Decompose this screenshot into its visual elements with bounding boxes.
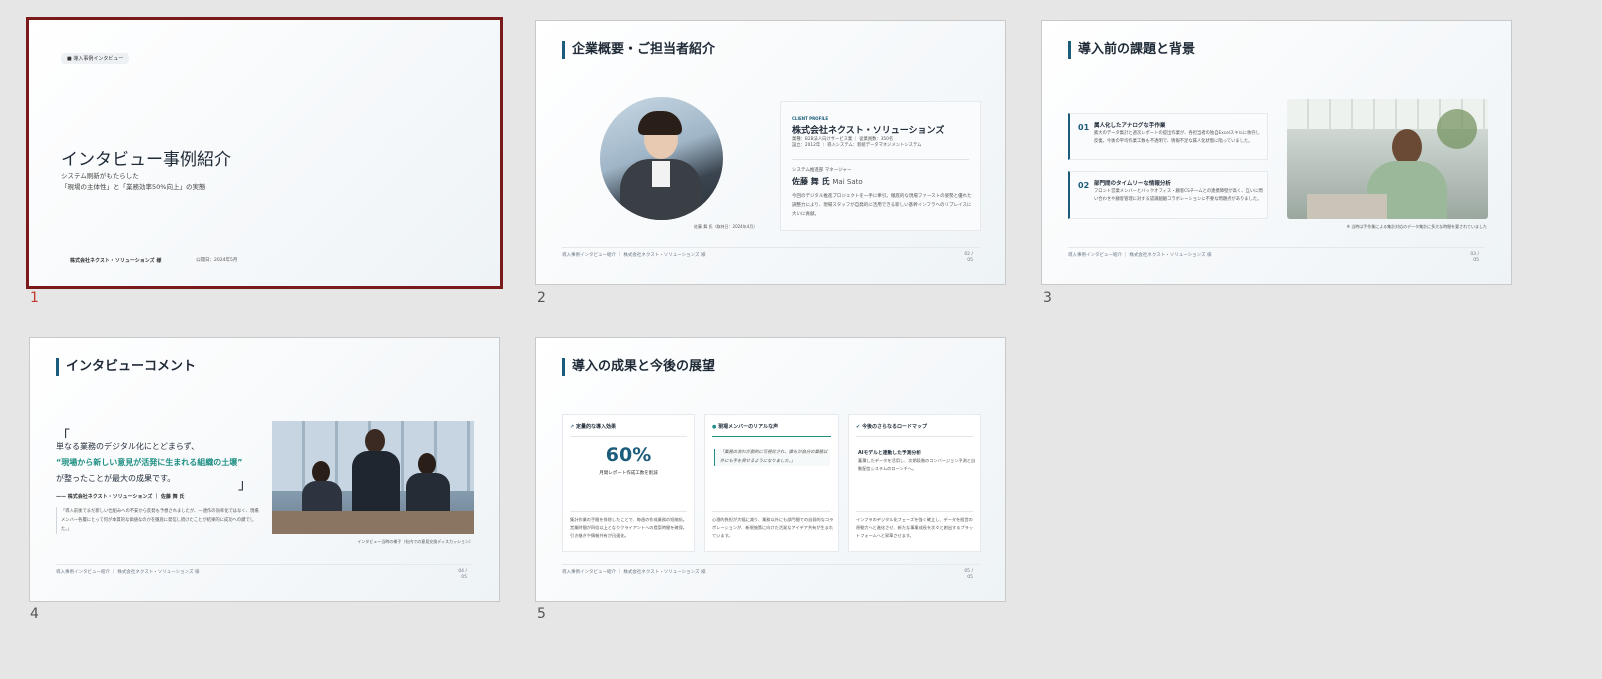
profile-card: CLIENT PROFILE 株式会社ネクスト・ソリューションズ 業種：B2B法…	[780, 101, 981, 231]
profile-label: CLIENT PROFILE	[792, 116, 829, 121]
slide-thumbnail-4[interactable]: インタビューコメント 「 単なる業務のデジタル化にとどまらず、 “現場から新しい…	[29, 337, 500, 602]
issue-card-2: 02 部門間のタイムリーな情報分析 フロント営業メンバーとバックオフィス・顧客C…	[1068, 171, 1268, 219]
slide-title: インタビュー事例紹介	[61, 150, 231, 170]
issue-text: フロント営業メンバーとバックオフィス・顧客CSチームとの連携障壁が高く、互いに問…	[1094, 189, 1263, 202]
page-number: 02 /05	[964, 252, 973, 263]
slide-number: 1	[30, 290, 39, 306]
roadmap-subtitle: AIモデルと連動した予測分析	[858, 451, 922, 456]
slide-subtitle: システム刷新がもたらした 「現場の主体性」と「業務効率50%向上」の実態	[61, 172, 206, 191]
column-text: 心理的負担が大幅に減り、業務以外にも部門間での自発的なコラボレーションが、新規施…	[712, 517, 834, 538]
quote-attribution: —— 株式会社ネクスト・ソリューションズ ｜ 佐藤 舞 氏	[56, 494, 185, 500]
photo-caption: インタビュー当時の様子（社内での意見交換ディスカッション）	[357, 539, 473, 544]
slide-number: 3	[1043, 290, 1052, 306]
slide-footer: 導入事例インタビュー紹介 ｜ 株式会社ネクスト・ソリューションズ 様	[56, 570, 200, 575]
pin-icon: ●	[712, 424, 717, 430]
metric-label: 月間レポート作成工数を削減	[599, 471, 658, 476]
page-number: 04 /05	[458, 569, 467, 580]
slide-number: 5	[537, 606, 546, 622]
issue-text: 膨大のデータ集計と週次レポートの提出作業が、各担当者の独自Excelスキルに依存…	[1094, 131, 1260, 144]
quote-text: 単なる業務のデジタル化にとどまらず、 “現場から新しい意見が活発に生まれる組織の…	[56, 442, 243, 483]
chart-icon: ↗	[570, 424, 575, 430]
slide-title: インタビューコメント	[56, 358, 196, 376]
office-photo	[1287, 99, 1488, 219]
slide-title: 導入前の課題と背景	[1068, 41, 1195, 59]
slide-footer: 導入事例インタビュー紹介 ｜ 株式会社ネクスト・ソリューションズ 様	[562, 570, 706, 575]
slide-title: 企業概要・ご担当者紹介	[562, 41, 715, 59]
slide-thumbnail-1[interactable]: ■ 導入事例インタビュー インタビュー事例紹介 システム刷新がもたらした 「現場…	[26, 17, 503, 289]
column-header: ↗ 定量的な導入効果	[570, 424, 616, 430]
company-name: 株式会社ネクスト・ソリューションズ 様	[70, 258, 162, 264]
issue-number: 01	[1078, 123, 1090, 132]
column-header: ● 現場メンバーのリアルな声	[712, 424, 779, 430]
roadmap-subtitle-text: 蓄積したデータを活用し、次期段階のコンバージョン予測と自動配信システムのローンチ…	[858, 458, 976, 471]
slide-title: 導入の成果と今後の展望	[562, 358, 715, 376]
company-name: 株式会社ネクスト・ソリューションズ	[792, 126, 945, 136]
slide-thumbnail-2[interactable]: 企業概要・ご担当者紹介 佐藤 舞 氏（取材日：2024年4月） CLIENT P…	[535, 20, 1006, 285]
column-text: 集計作業の手間を排除したことで、毎週の作成業務の短縮化。営業時間が四倍以上となり…	[570, 517, 687, 538]
check-icon: ✔	[856, 424, 861, 430]
page-number: 03 /05	[1470, 252, 1479, 263]
quote-close-mark: 」	[238, 477, 252, 493]
issue-title: 属人化したアナログな手作業	[1094, 123, 1166, 129]
person-name: 佐藤 舞 氏 Mai Sato	[792, 177, 863, 186]
portrait-caption: 佐藤 舞 氏（取材日：2024年4月）	[694, 224, 758, 229]
metric-value: 60%	[605, 444, 652, 466]
slide-footer: 導入事例インタビュー紹介 ｜ 株式会社ネクスト・ソリューションズ 様	[1068, 253, 1212, 258]
page-number: 05 /05	[964, 569, 973, 580]
company-meta: 業種：B2B法人向けサービス業 ｜ 従業員数：350名 設立：2012年 ｜ 導…	[792, 137, 922, 148]
issue-card-1: 01 属人化したアナログな手作業 膨大のデータ集計と週次レポートの提出作業が、各…	[1068, 113, 1268, 160]
slide-number: 4	[30, 606, 39, 622]
person-description: 今回のデジタル推進プロジェクトを一手に牽引。徹底的な現場ファーストの姿勢と優れた…	[792, 194, 972, 217]
column-header: ✔ 今後のさらなるロードマップ	[856, 424, 927, 430]
slide-number: 2	[537, 290, 546, 306]
result-column-3: ✔ 今後のさらなるロードマップ AIモデルと連動した予測分析 蓄積したデータを活…	[848, 414, 981, 552]
publish-date: 公開日：2024年5月	[196, 258, 238, 263]
member-quote: 「業務の流れが劇的に可視化され、誰もが自分の業務以外にも手を貸せるようになりまし…	[714, 449, 830, 466]
slide-footer: 導入事例インタビュー紹介 ｜ 株式会社ネクスト・ソリューションズ 様	[562, 253, 706, 258]
column-text: インフラのデジタル化フェーズを強く確立し、データを経営の原動力へと進化させ、新た…	[856, 517, 974, 538]
quote-detail: 「導入前後でまだ新しい仕組みへの不安から反発も予想されましたが、一連作の効率化で…	[56, 507, 260, 534]
result-column-2: ● 現場メンバーのリアルな声 「業務の流れが劇的に可視化され、誰もが自分の業務以…	[704, 414, 839, 552]
chat-icon: ■	[67, 56, 72, 62]
result-column-1: ↗ 定量的な導入効果 60% 月間レポート作成工数を削減 集計作業の手間を排除し…	[562, 414, 695, 552]
issue-title: 部門間のタイムリーな情報分析	[1094, 181, 1171, 187]
slide-thumbnail-3[interactable]: 導入前の課題と背景 01 属人化したアナログな手作業 膨大のデータ集計と週次レポ…	[1041, 20, 1512, 285]
slide-thumbnail-5[interactable]: 導入の成果と今後の展望 ↗ 定量的な導入効果 60% 月間レポート作成工数を削減…	[535, 337, 1006, 602]
meeting-photo	[272, 421, 474, 534]
photo-caption: ※ 当時は手作業による集計対応のデータ集計に多大な時間を要されていました	[1346, 224, 1487, 229]
person-portrait	[600, 97, 723, 220]
badge: ■ 導入事例インタビュー	[61, 53, 130, 64]
issue-number: 02	[1078, 181, 1090, 190]
person-role: システム推進部 マネージャー	[792, 168, 852, 173]
